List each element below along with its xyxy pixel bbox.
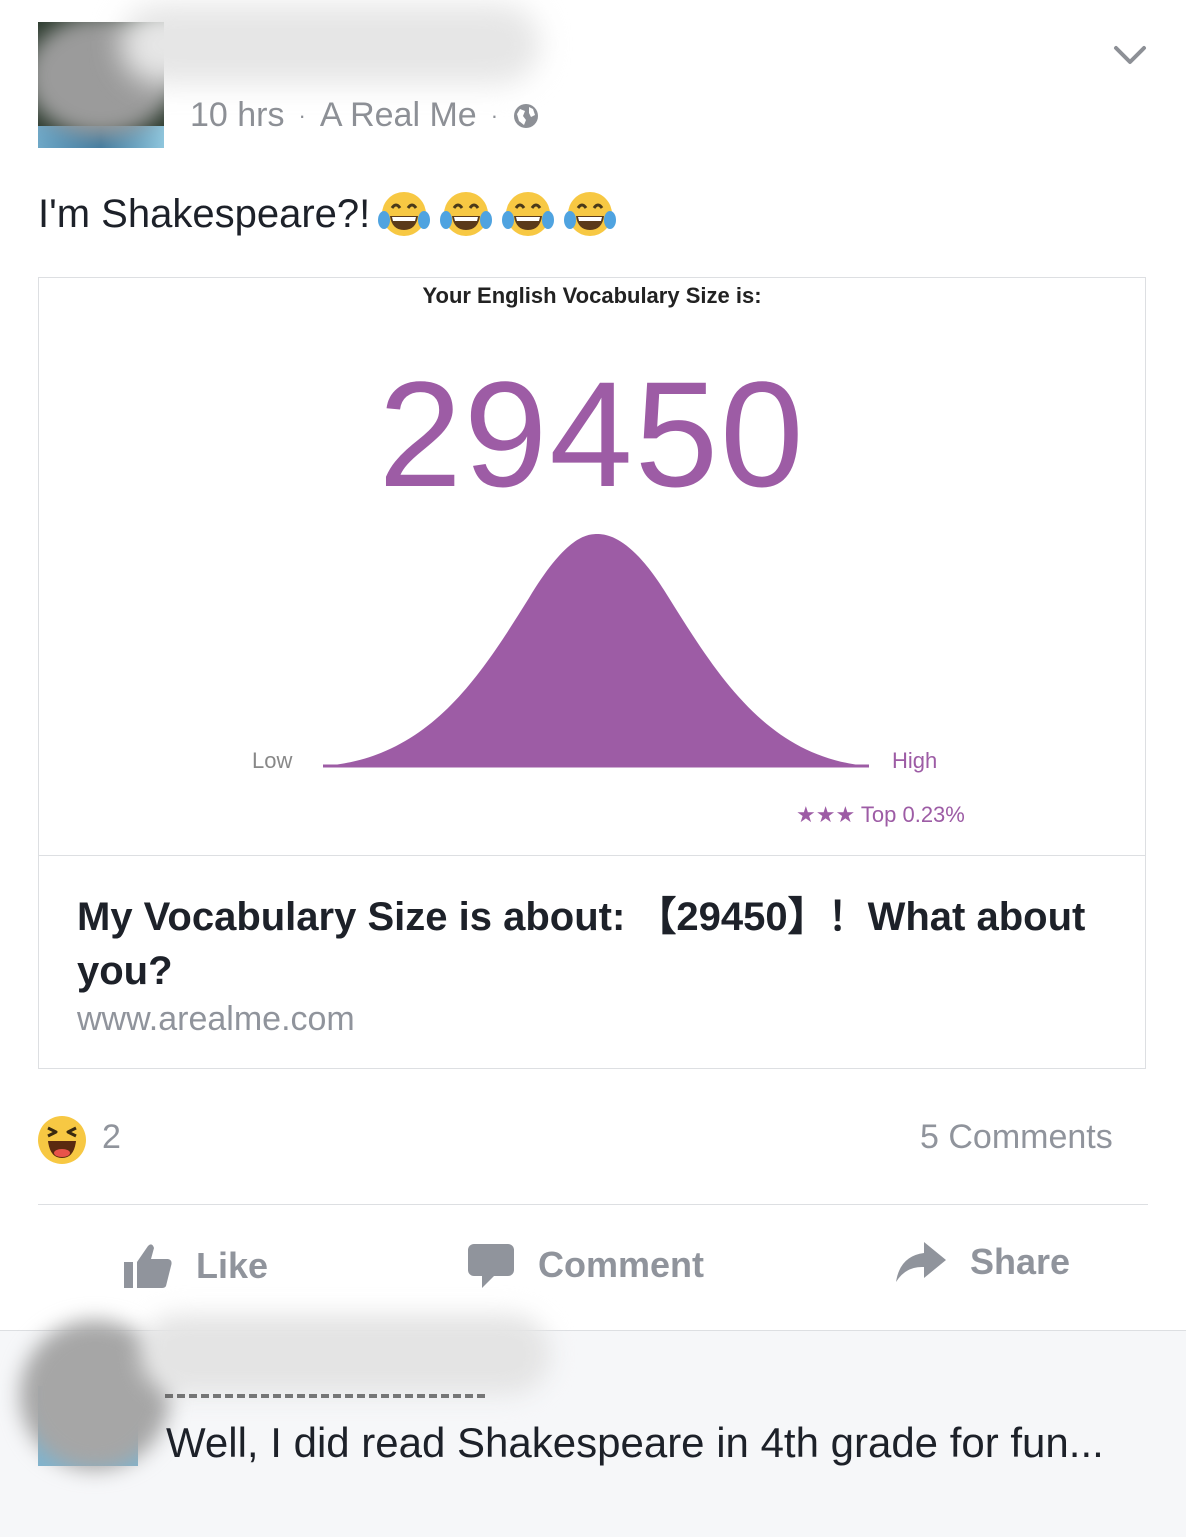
share-arrow-icon (896, 1242, 946, 1282)
link-preview-image[interactable]: Your English Vocabulary Size is: 29450 L… (39, 278, 1145, 856)
divider (38, 1204, 1148, 1205)
share-label: Share (970, 1241, 1071, 1282)
bell-curve-graphic (323, 534, 869, 768)
comment-bubble-icon (468, 1244, 514, 1288)
post-meta: 10 hrs · A Real Me · (190, 96, 540, 135)
tears-of-joy-emoji-icon (502, 192, 555, 236)
haha-reaction-icon[interactable] (36, 1114, 88, 1166)
tears-of-joy-emoji-icon (564, 192, 617, 236)
reaction-count[interactable]: 2 (102, 1118, 121, 1157)
post-time[interactable]: 10 hrs (190, 96, 285, 135)
comments-count-link[interactable]: 5 Comments (920, 1118, 1113, 1157)
commenter-name-redacted (140, 1314, 550, 1394)
link-preview-card[interactable]: Your English Vocabulary Size is: 29450 L… (38, 277, 1146, 1069)
comment-button[interactable]: Comment (466, 1240, 704, 1290)
post-message: I'm Shakespeare?! (38, 191, 371, 236)
high-label: High (892, 748, 938, 773)
post-app-name[interactable]: A Real Me (320, 96, 477, 135)
like-button[interactable]: Like (122, 1240, 268, 1292)
thumbs-up-icon (124, 1244, 172, 1288)
chevron-down-icon[interactable] (1110, 40, 1150, 70)
like-label: Like (196, 1245, 269, 1286)
author-name-redacted (120, 4, 540, 84)
commenter-name-fragment (165, 1394, 485, 1408)
link-domain: www.arealme.com (77, 1000, 355, 1038)
meta-separator: · (298, 102, 306, 128)
share-button[interactable]: Share (894, 1240, 1070, 1284)
image-score: 29450 (378, 350, 806, 518)
top-percent-label: ★★★ Top 0.23% (796, 802, 965, 827)
meta-separator: · (490, 102, 499, 128)
link-title[interactable]: My Vocabulary Size is about: 【29450】！Wha… (77, 890, 1097, 998)
comment-text: Well, I did read Shakespeare in 4th grad… (166, 1419, 1104, 1466)
low-label: Low (252, 748, 293, 773)
tears-of-joy-emoji-icon (378, 192, 431, 236)
post-text: I'm Shakespeare?! (38, 186, 618, 242)
tears-of-joy-emoji-icon (440, 192, 493, 236)
comment-label: Comment (538, 1244, 705, 1285)
image-caption: Your English Vocabulary Size is: (422, 283, 762, 308)
globe-icon (514, 103, 539, 128)
